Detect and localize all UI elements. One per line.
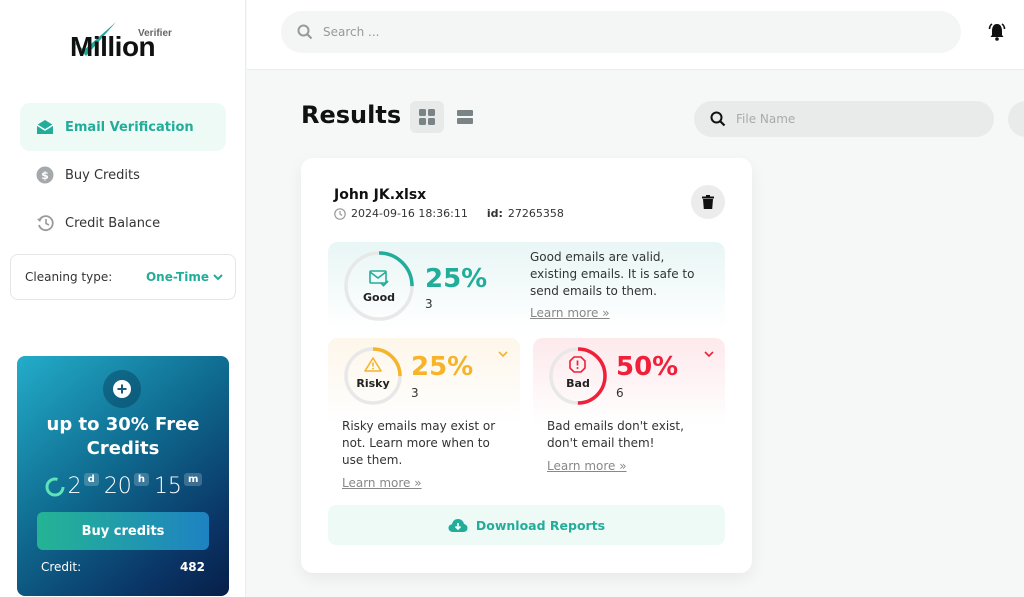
grid-icon xyxy=(419,109,435,125)
list-view-toggle[interactable] xyxy=(448,101,482,133)
search-placeholder: Search ... xyxy=(323,25,380,39)
warning-icon xyxy=(364,357,382,372)
file-id-label: id: xyxy=(486,207,503,220)
chevron-down-icon xyxy=(213,274,223,281)
risky-expand-chevron-icon[interactable] xyxy=(498,351,508,358)
search-icon xyxy=(297,24,313,40)
filter-button[interactable] xyxy=(1008,101,1024,137)
bad-expand-chevron-icon[interactable] xyxy=(704,351,714,358)
bad-stat-panel: Bad 50% 6 Bad emails don't exist, don't … xyxy=(533,338,725,496)
plus-circle-icon xyxy=(113,380,131,398)
good-learn-more-link[interactable]: Learn more » xyxy=(530,306,610,320)
sidebar-item-label: Buy Credits xyxy=(65,167,140,183)
bad-learn-more-link[interactable]: Learn more » xyxy=(547,459,627,473)
download-reports-label: Download Reports xyxy=(475,517,606,533)
risky-learn-more-link[interactable]: Learn more » xyxy=(342,476,422,490)
result-card: John JK.xlsx 2024-09-16 18:36:11 id: 272… xyxy=(301,158,752,573)
envelope-check-icon xyxy=(369,270,389,287)
countdown-days-unit: d xyxy=(83,473,99,486)
cleaning-type-label: Cleaning type: xyxy=(25,270,113,284)
countdown-days: 2 xyxy=(67,474,82,499)
risky-ring: Risky xyxy=(344,347,402,405)
risky-count: 3 xyxy=(411,386,419,400)
good-count: 3 xyxy=(425,297,433,311)
cleaning-type-selected: One-Time xyxy=(145,270,209,284)
error-octagon-icon xyxy=(569,356,586,373)
bad-label: Bad xyxy=(566,377,590,390)
logo[interactable]: Million Verifier xyxy=(70,20,180,64)
sidebar-item-credit-balance[interactable]: Credit Balance xyxy=(20,199,226,247)
list-icon xyxy=(457,110,473,124)
topbar: Search ... xyxy=(247,0,1024,70)
bad-description: Bad emails don't exist, don't email them… xyxy=(547,419,684,450)
search-icon xyxy=(710,111,726,127)
good-stat-panel: Good 25% 3 Good emails are valid, existi… xyxy=(328,242,725,330)
cloud-download-icon xyxy=(448,519,468,532)
sidebar-item-label: Credit Balance xyxy=(65,215,161,231)
risky-description: Risky emails may exist or not. Learn mor… xyxy=(342,419,496,467)
page-title: Results xyxy=(301,101,402,129)
global-search-input[interactable]: Search ... xyxy=(281,11,961,53)
download-reports-button[interactable]: Download Reports xyxy=(328,505,725,545)
credit-label: Credit: xyxy=(41,560,82,574)
countdown-minutes: 15 xyxy=(153,474,182,499)
risky-percent: 25% xyxy=(411,352,474,382)
file-name: John JK.xlsx xyxy=(334,187,427,203)
risky-ring-chart xyxy=(344,347,402,405)
bell-ringing-icon xyxy=(988,23,1006,41)
risky-label: Risky xyxy=(356,377,390,390)
logo-subtitle: Verifier xyxy=(138,28,172,39)
notifications-button[interactable] xyxy=(987,22,1007,46)
history-icon xyxy=(36,214,54,232)
good-ring: Good xyxy=(344,251,414,321)
bad-count: 6 xyxy=(616,386,624,400)
countdown-spinner-icon xyxy=(45,477,65,496)
promo-title: up to 30% Free Credits xyxy=(46,414,200,459)
sidebar: Million Verifier Email Verification $ Bu… xyxy=(0,0,246,597)
file-timestamp: 2024-09-16 18:36:11 xyxy=(351,207,468,220)
countdown-hours-unit: h xyxy=(133,473,149,486)
delete-button[interactable] xyxy=(691,185,725,219)
credit-value: 482 xyxy=(179,560,205,574)
file-name-search-input[interactable]: File Name xyxy=(694,101,994,137)
dollar-circle-icon: $ xyxy=(36,166,54,184)
credit-row: Credit: 482 xyxy=(41,560,205,574)
countdown-hours: 20 xyxy=(103,474,132,499)
buy-credits-button[interactable]: Buy credits xyxy=(37,512,209,550)
sidebar-item-label: Email Verification xyxy=(65,119,194,135)
good-description: Good emails are valid, existing emails. … xyxy=(530,250,695,298)
countdown-minutes-unit: m xyxy=(183,473,203,486)
file-meta: 2024-09-16 18:36:11 id: 27265358 xyxy=(334,207,564,220)
bad-percent: 50% xyxy=(616,352,679,382)
file-search-placeholder: File Name xyxy=(736,112,796,126)
good-label: Good xyxy=(362,291,396,304)
risky-stat-panel: Risky 25% 3 Risky emails may exist or no… xyxy=(328,338,520,496)
cleaning-type-select[interactable]: Cleaning type: One-Time xyxy=(10,254,236,300)
sidebar-nav: Email Verification $ Buy Credits Credit … xyxy=(20,103,226,247)
svg-text:$: $ xyxy=(41,169,49,182)
bad-ring: Bad xyxy=(549,347,607,405)
file-id-value: 27265358 xyxy=(507,207,564,220)
envelope-open-icon xyxy=(36,118,54,136)
good-percent: 25% xyxy=(425,264,488,294)
clock-icon xyxy=(334,207,346,220)
promo-countdown: 2 d 20 h 15 m xyxy=(17,473,229,499)
sidebar-item-buy-credits[interactable]: $ Buy Credits xyxy=(20,151,226,199)
promo-plus-badge xyxy=(103,370,141,408)
grid-view-toggle[interactable] xyxy=(410,101,444,133)
cleaning-type-value[interactable]: One-Time xyxy=(146,270,223,284)
sidebar-item-email-verification[interactable]: Email Verification xyxy=(20,103,226,151)
promo-card: up to 30% Free Credits 2 d 20 h 15 m Buy… xyxy=(17,356,229,596)
trash-icon xyxy=(702,195,714,209)
